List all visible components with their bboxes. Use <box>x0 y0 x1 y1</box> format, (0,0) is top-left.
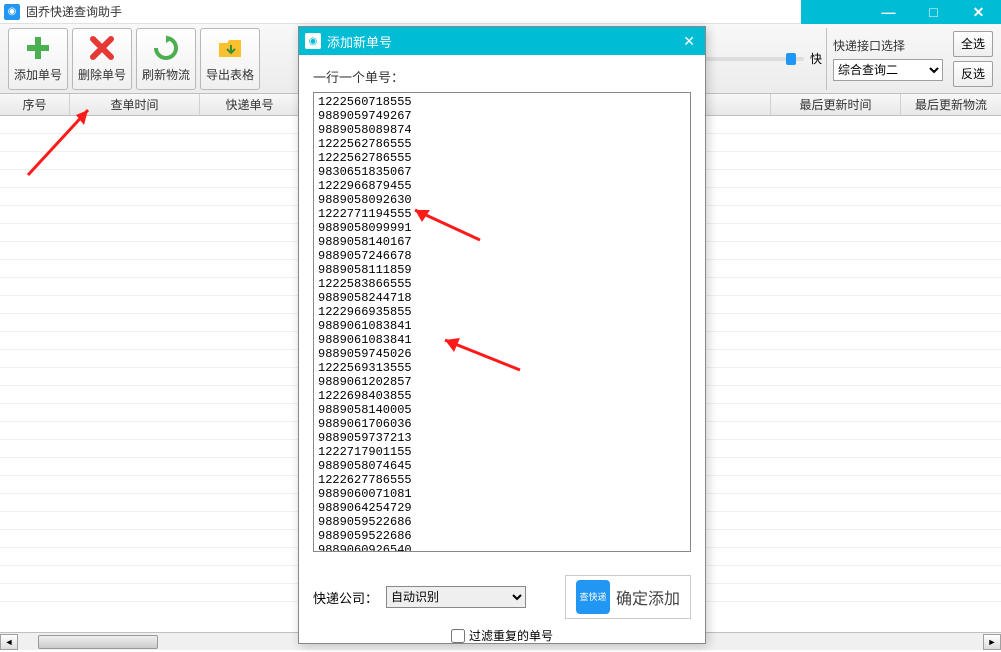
speed-slider[interactable] <box>704 57 804 61</box>
col-seq[interactable]: 序号 <box>0 94 70 115</box>
select-all-button[interactable]: 全选 <box>953 31 993 57</box>
search-package-icon: 查快递 <box>576 580 610 614</box>
dialog-title-text: 添加新单号 <box>327 32 679 51</box>
filter-dup-checkbox[interactable] <box>451 629 465 643</box>
slider-thumb[interactable] <box>786 53 796 65</box>
add-button[interactable]: 添加单号 <box>8 28 68 90</box>
company-label: 快递公司： <box>313 588 378 607</box>
refresh-label: 刷新物流 <box>142 66 190 83</box>
invert-button[interactable]: 反选 <box>953 61 993 87</box>
cross-icon <box>88 34 116 62</box>
export-label: 导出表格 <box>206 66 254 83</box>
plus-icon <box>24 34 52 62</box>
speed-slider-group: 快 <box>704 50 822 67</box>
api-selector-group: 快递接口选择 综合查询二 <box>826 28 949 90</box>
folder-icon <box>216 34 244 62</box>
filter-dup-label: 过滤重复的单号 <box>469 627 553 644</box>
delete-button[interactable]: 删除单号 <box>72 28 132 90</box>
col-query-time[interactable]: 查单时间 <box>70 94 200 115</box>
minimize-button[interactable]: — <box>866 0 911 24</box>
col-tracking[interactable]: 快递单号 <box>200 94 300 115</box>
col-last-logistics[interactable]: 最后更新物流 <box>901 94 1001 115</box>
scroll-right-arrow[interactable]: ► <box>983 634 1001 650</box>
delete-label: 删除单号 <box>78 66 126 83</box>
scroll-left-arrow[interactable]: ◄ <box>0 634 18 650</box>
dialog-close-button[interactable]: ✕ <box>679 33 699 50</box>
close-button[interactable]: ✕ <box>956 0 1001 24</box>
dialog-titlebar: ◉ 添加新单号 ✕ <box>299 27 705 55</box>
scroll-thumb[interactable] <box>38 635 158 649</box>
speed-label: 快 <box>810 50 822 67</box>
maximize-button[interactable]: □ <box>911 0 956 24</box>
api-label: 快递接口选择 <box>833 37 905 54</box>
add-label: 添加单号 <box>14 66 62 83</box>
side-buttons: 全选 反选 <box>953 29 993 89</box>
confirm-add-button[interactable]: 查快递 确定添加 <box>565 575 691 619</box>
refresh-button[interactable]: 刷新物流 <box>136 28 196 90</box>
window-controls: — □ ✕ <box>866 0 1001 24</box>
app-icon: ◉ <box>4 4 20 20</box>
col-last-update[interactable]: 最后更新时间 <box>771 94 901 115</box>
dialog-hint: 一行一个单号： <box>313 67 691 86</box>
refresh-icon <box>152 34 180 62</box>
tracking-numbers-input[interactable] <box>313 92 691 552</box>
company-select[interactable]: 自动识别 <box>386 586 526 608</box>
add-tracking-dialog: ◉ 添加新单号 ✕ 一行一个单号： 快递公司： 自动识别 查快递 确定添加 过滤… <box>298 26 706 644</box>
confirm-text: 确定添加 <box>616 585 680 609</box>
dialog-icon: ◉ <box>305 33 321 49</box>
api-select[interactable]: 综合查询二 <box>833 59 943 81</box>
export-button[interactable]: 导出表格 <box>200 28 260 90</box>
